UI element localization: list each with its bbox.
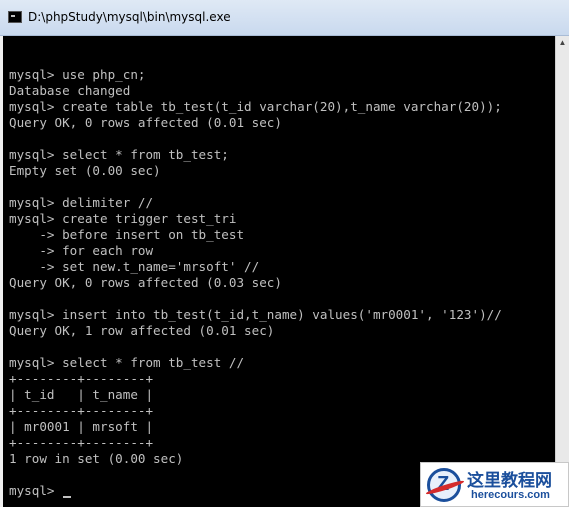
console-line-text: | t_id | t_name |	[9, 387, 154, 402]
scroll-up-arrow-icon[interactable]: ▲	[556, 36, 569, 50]
console-line: Query OK, 0 rows affected (0.03 sec)	[9, 275, 502, 291]
console-line-text: mysql> select * from tb_test //	[9, 355, 245, 370]
window-title: D:\phpStudy\mysql\bin\mysql.exe	[28, 10, 231, 24]
console-line: mysql> use php_cn;	[9, 67, 502, 83]
watermark-name: 这里教程网	[467, 471, 552, 491]
console-line-text: -> before insert on tb_test	[9, 227, 245, 242]
console-line: -> set new.t_name='mrsoft' //	[9, 259, 502, 275]
console-output[interactable]: mysql> use php_cn; Database changed mysql>…	[3, 36, 555, 507]
console-line-text: | mr0001 | mrsoft |	[9, 419, 154, 434]
console-line-text: Database changed	[9, 83, 131, 98]
console-line: | mr0001 | mrsoft |	[9, 419, 502, 435]
console-line: -> before insert on tb_test	[9, 227, 502, 243]
console-window: D:\phpStudy\mysql\bin\mysql.exe mysql> u…	[0, 0, 569, 507]
console-line-text: mysql> insert into tb_test(t_id,t_name) …	[9, 307, 502, 322]
console-line: Empty set (0.00 sec)	[9, 163, 502, 179]
watermark-logo: 这里教程网 herecours.com	[420, 462, 569, 507]
console-line: -> for each row	[9, 243, 502, 259]
console-lines: mysql> use php_cn; Database changed mysql>…	[9, 51, 502, 499]
console-line-text: Empty set (0.00 sec)	[9, 163, 161, 178]
console-line-text: mysql>	[9, 483, 63, 498]
console-line-text: Query OK, 0 rows affected (0.01 sec)	[9, 115, 282, 130]
console-line: mysql> select * from tb_test;	[9, 147, 502, 163]
console-app-icon	[8, 11, 22, 23]
console-line-text: mysql> use php_cn;	[9, 67, 146, 82]
console-line: mysql> create trigger test_tri	[9, 211, 502, 227]
title-bar[interactable]: D:\phpStudy\mysql\bin\mysql.exe	[0, 0, 569, 36]
vertical-scrollbar[interactable]: ▲	[555, 36, 569, 507]
console-line-text: 1 row in set (0.00 sec)	[9, 451, 184, 466]
console-line-text: +--------+--------+	[9, 371, 154, 386]
console-line: Query OK, 1 row affected (0.01 sec)	[9, 323, 502, 339]
console-line: mysql> select * from tb_test //	[9, 355, 502, 371]
watermark-z-icon	[427, 468, 461, 502]
console-line-text: Query OK, 0 rows affected (0.03 sec)	[9, 275, 282, 290]
console-line-text: mysql> delimiter //	[9, 195, 154, 210]
console-line: +--------+--------+	[9, 371, 502, 387]
console-line-text: -> for each row	[9, 243, 154, 258]
console-line-text: -> set new.t_name='mrsoft' //	[9, 259, 260, 274]
console-line-text: mysql> create table tb_test(t_id varchar…	[9, 99, 502, 114]
console-line: mysql> insert into tb_test(t_id,t_name) …	[9, 307, 502, 323]
console-line: +--------+--------+	[9, 435, 502, 451]
console-line: mysql> create table tb_test(t_id varchar…	[9, 99, 502, 115]
console-line-text: mysql> select * from tb_test;	[9, 147, 229, 162]
console-line: | t_id | t_name |	[9, 387, 502, 403]
console-line-text: +--------+--------+	[9, 403, 154, 418]
console-line-text: Query OK, 1 row affected (0.01 sec)	[9, 323, 275, 338]
console-line: Query OK, 0 rows affected (0.01 sec)	[9, 115, 502, 131]
console-line: +--------+--------+	[9, 403, 502, 419]
console-line: Database changed	[9, 83, 502, 99]
console-line: mysql> delimiter //	[9, 195, 502, 211]
console-line-text: mysql> create trigger test_tri	[9, 211, 237, 226]
text-cursor	[63, 496, 72, 498]
watermark-url: herecours.com	[471, 489, 550, 501]
console-line-text: +--------+--------+	[9, 435, 154, 450]
